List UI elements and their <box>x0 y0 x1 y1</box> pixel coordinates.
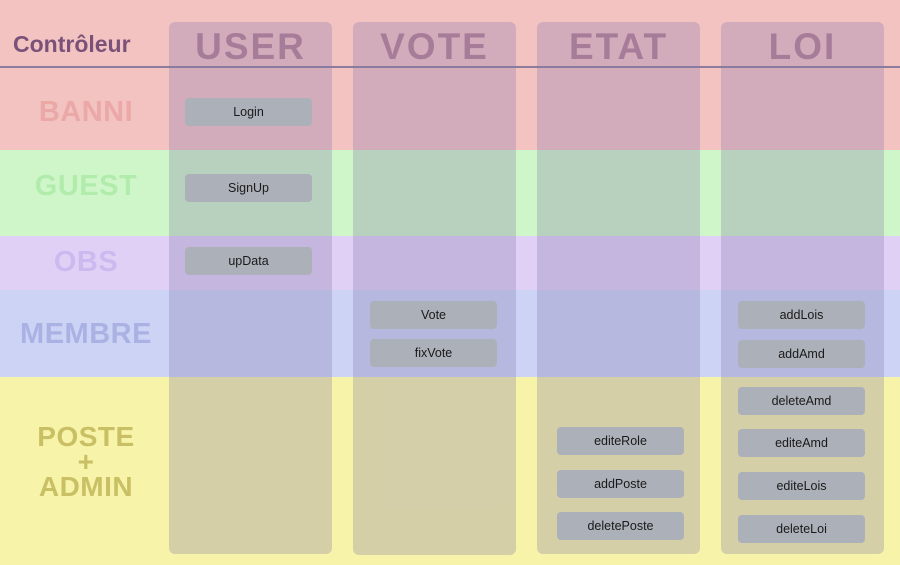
row-label-obs: OBS <box>53 246 119 278</box>
function-deleteposte[interactable]: deletePoste <box>557 512 684 540</box>
function-editelois[interactable]: editeLois <box>738 472 865 500</box>
function-vote[interactable]: Vote <box>370 301 497 329</box>
function-login[interactable]: Login <box>185 98 312 126</box>
function-deleteloi[interactable]: deleteLoi <box>738 515 865 543</box>
column-vote: VOTE <box>353 22 516 555</box>
function-addamd[interactable]: addAmd <box>738 340 865 368</box>
function-addlois[interactable]: addLois <box>738 301 865 329</box>
function-updata[interactable]: upData <box>185 247 312 275</box>
column-header-user: USER <box>195 26 306 67</box>
header-divider <box>0 66 900 68</box>
function-addposte[interactable]: addPoste <box>557 470 684 498</box>
function-editerole[interactable]: editeRole <box>557 427 684 455</box>
row-label-membre: MEMBRE <box>20 318 152 350</box>
function-signup[interactable]: SignUp <box>185 174 312 202</box>
column-header-loi: LOI <box>768 26 837 67</box>
function-deleteamd[interactable]: deleteAmd <box>738 387 865 415</box>
row-label-admin: POSTE + ADMIN <box>0 423 172 502</box>
row-label-admin-admin: ADMIN <box>38 471 134 502</box>
row-label-guest: GUEST <box>34 170 138 202</box>
function-editeamd[interactable]: editeAmd <box>738 429 865 457</box>
column-header-etat: ETAT <box>568 26 669 67</box>
row-label-banni: BANNI <box>38 96 134 128</box>
function-fixvote[interactable]: fixVote <box>370 339 497 367</box>
column-header-vote: VOTE <box>380 26 489 67</box>
controller-title: Contrôleur <box>13 31 131 57</box>
